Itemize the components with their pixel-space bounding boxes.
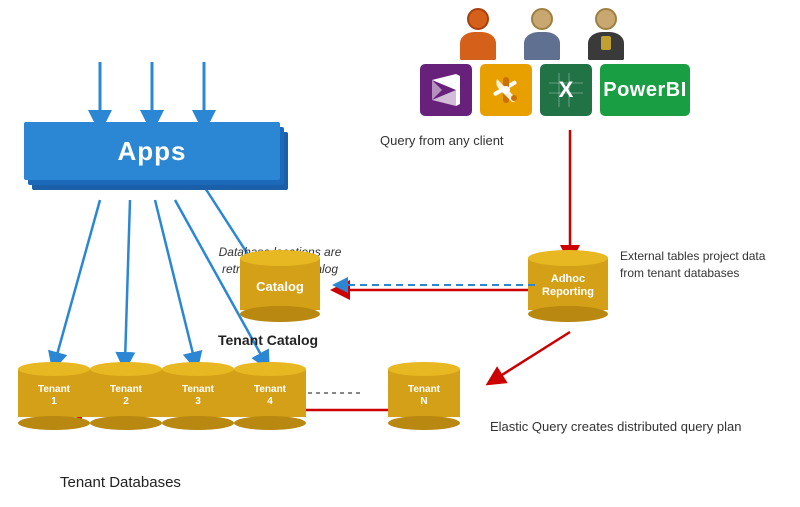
adhoc-label: AdhocReporting (542, 273, 594, 299)
tenant-4-cylinder: Tenant4 (234, 362, 306, 430)
tenant-n-cylinder: TenantN (388, 362, 460, 430)
tenant-3-cylinder: Tenant3 (162, 362, 234, 430)
person-icon-1 (460, 8, 496, 60)
tenant-1-cylinder: Tenant1 (18, 362, 90, 430)
catalog-cylinder: Catalog (240, 250, 320, 322)
tool-icons-row: X X PowerBI (420, 64, 690, 116)
tools-icon (480, 64, 532, 116)
query-client-label: Query from any client (380, 132, 504, 150)
diagram: X X PowerBI Query from any client (0, 0, 800, 507)
svg-text:X: X (559, 77, 574, 102)
tenant-catalog-label: Tenant Catalog (218, 332, 318, 348)
adhoc-cylinder: AdhocReporting (528, 250, 608, 322)
tenant-2-cylinder: Tenant2 (90, 362, 162, 430)
tenant-databases-label: Tenant Databases (60, 474, 181, 491)
visual-studio-icon (420, 64, 472, 116)
excel-icon: X X (540, 64, 592, 116)
elastic-query-label: Elastic Query creates distributed query … (490, 418, 741, 436)
external-tables-label: External tables project data from tenant… (620, 248, 770, 282)
person-icon-3 (588, 8, 624, 60)
apps-label: Apps (118, 136, 187, 167)
person-icon-2 (524, 8, 560, 60)
catalog-label: Catalog (256, 279, 304, 294)
person-icons-group (460, 8, 624, 60)
powerbi-label: PowerBI (603, 79, 687, 102)
powerbi-icon: PowerBI (600, 64, 690, 116)
apps-layer-1: Apps (24, 122, 280, 180)
